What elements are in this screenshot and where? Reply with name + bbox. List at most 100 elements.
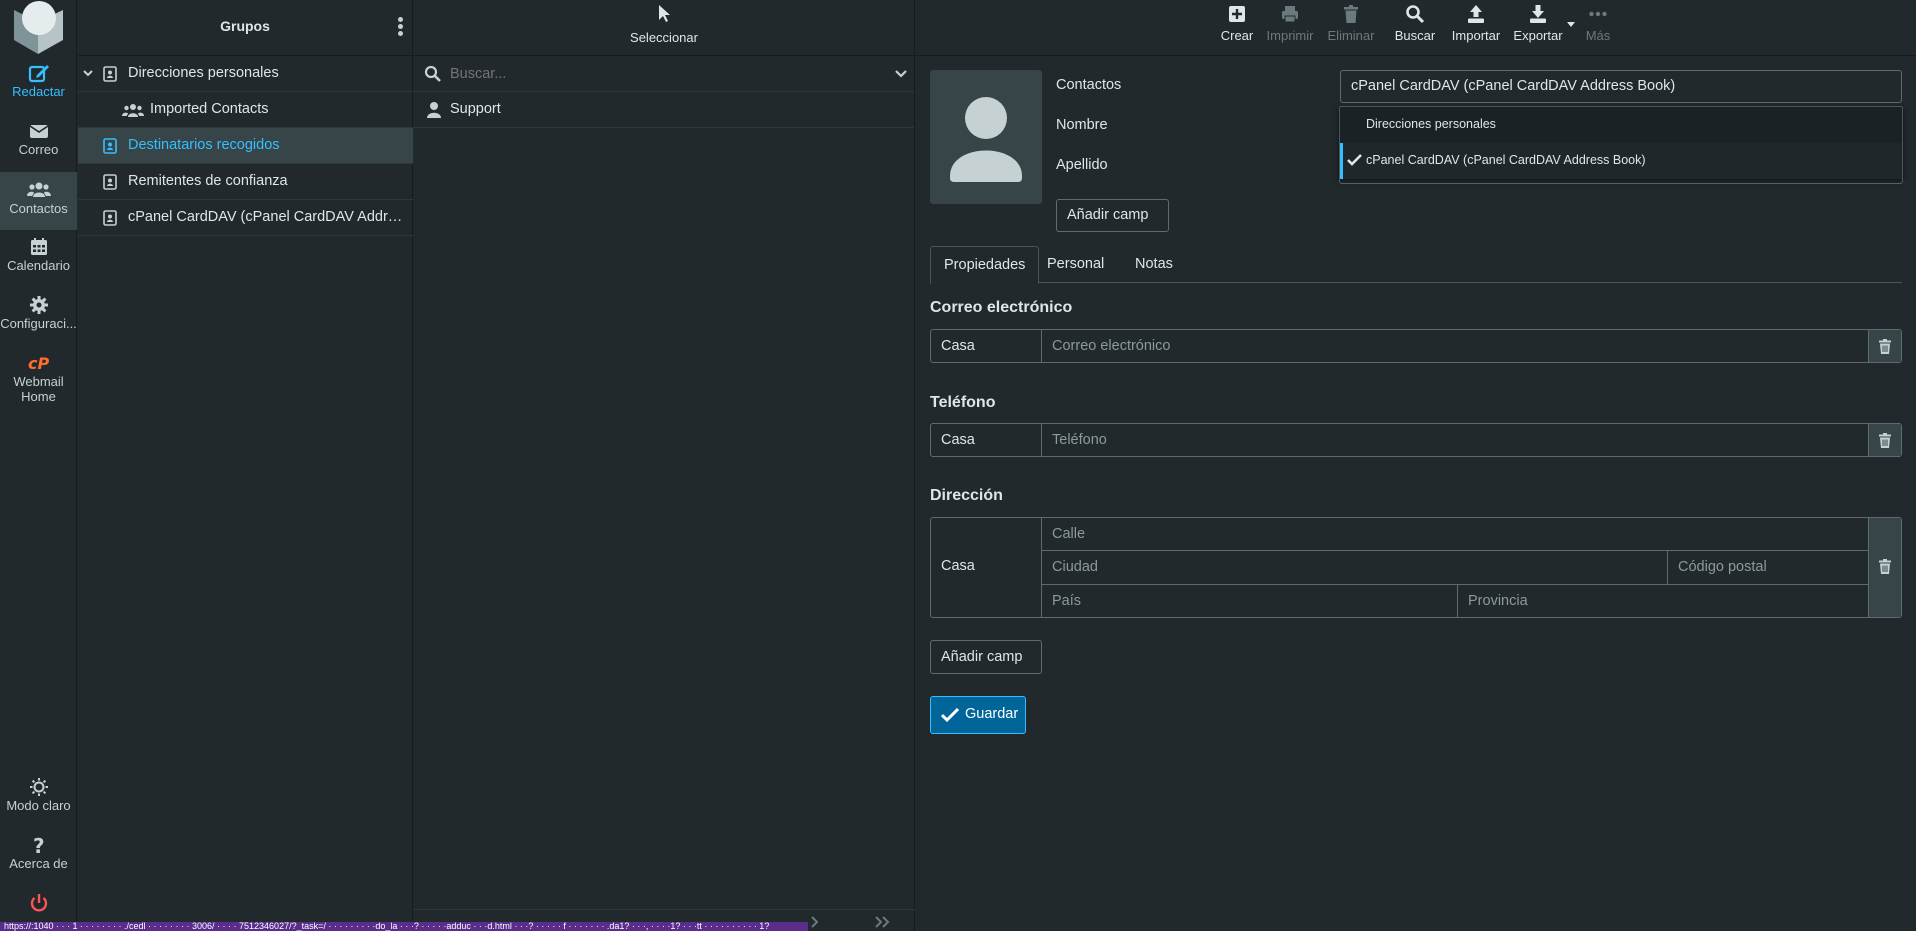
save-button[interactable]: Guardar [930,696,1026,734]
address-type-select[interactable]: Casa [931,518,1042,617]
phone-section-title: Teléfono [930,394,996,411]
city-field[interactable]: Ciudad [1042,551,1668,585]
search-label: Buscar [1394,28,1436,43]
phone-field[interactable]: Teléfono [1052,432,1107,448]
roundcube-logo[interactable] [11,0,66,56]
email-field[interactable]: Correo electrónico [1052,338,1170,354]
taskmenu: Redactar Correo Contactos Calendario Con… [0,0,77,931]
groups-options-icon[interactable] [398,17,404,37]
addressbook-select[interactable]: cPanel CardDAV (cPanel CardDAV Address B… [1340,70,1902,103]
dropdown-option-label: cPanel CardDAV (cPanel CardDAV Address B… [1366,153,1646,167]
surname-label: Apellido [1056,157,1108,173]
tab-notes[interactable]: Notas [1122,246,1186,283]
compose-icon [27,62,51,84]
print-button[interactable]: Imprimir [1264,4,1316,50]
nav-light-mode[interactable]: Modo claro [0,776,77,834]
nav-calendar-label: Calendario [7,258,70,273]
search-options-icon[interactable] [894,68,908,80]
next-page-icon[interactable] [810,916,820,928]
add-field-top-button[interactable]: Añadir camp [1056,199,1169,232]
group-label: Destinatarios recogidos [128,137,280,153]
checkmark-icon [1347,154,1362,166]
import-label: Importar [1451,28,1501,43]
select-button[interactable]: Seleccionar [414,4,914,45]
group-trusted-senders[interactable]: Remitentes de confianza [78,164,413,200]
svg-text:?: ? [33,834,45,856]
checkmark-icon [941,708,959,722]
contacts-label: Contactos [1056,77,1122,93]
nav-mail[interactable]: Correo [0,120,77,178]
nav-logout[interactable] [0,892,77,922]
group-cpanel-carddav[interactable]: cPanel CardDAV (cPanel CardDAV Address B… [78,200,413,236]
email-type-select[interactable]: Casa [931,330,1042,362]
nav-settings-label: Configuraci... [0,316,77,331]
more-button[interactable]: Más [1582,4,1614,50]
contact-editor: Contactos Nombre Apellido cPanel CardDAV… [916,56,1916,931]
chevron-down-icon[interactable] [82,67,98,83]
last-page-icon[interactable] [874,916,890,928]
nav-contacts[interactable]: Contactos [0,172,77,230]
trash-icon [1879,339,1891,354]
delete-label: Eliminar [1327,28,1375,43]
nav-calendar[interactable]: Calendario [0,236,77,294]
dropdown-option-selected[interactable]: cPanel CardDAV (cPanel CardDAV Address B… [1340,143,1902,179]
toolbar: Crear Imprimir Eliminar Buscar Importar … [916,0,1916,56]
dropdown-option[interactable]: Direcciones personales [1340,107,1902,143]
tab-personal[interactable]: Personal [1034,246,1117,283]
contact-list-item[interactable]: Support [414,92,914,128]
group-personal-addresses[interactable]: Direcciones personales [78,56,413,92]
group-label: Direcciones personales [128,65,279,81]
delete-email-button[interactable] [1868,330,1901,362]
dropdown-option-label: Direcciones personales [1366,117,1496,131]
postcode-field[interactable]: Código postal [1668,551,1869,585]
nav-webmail-home[interactable]: cP Webmail Home [0,352,77,408]
address-section-title: Dirección [930,487,1003,504]
save-label: Guardar [965,706,1019,722]
nav-settings[interactable]: Configuraci... [0,294,77,352]
add-field-bottom-button[interactable]: Añadir camp [930,640,1042,674]
question-icon: ? [27,834,51,856]
nav-webmail-home-label: Webmail Home [13,374,64,404]
cursor-icon [659,5,670,22]
export-button[interactable]: Exportar [1512,4,1564,50]
street-field[interactable]: Calle [1042,518,1869,551]
nav-compose[interactable]: Redactar [0,62,77,120]
nav-about[interactable]: ? Acerca de [0,834,77,892]
cpanel-icon: cP [27,352,51,374]
delete-button[interactable]: Eliminar [1326,4,1376,50]
nav-contacts-label: Contactos [9,201,68,216]
more-dots-icon [1589,11,1607,17]
group-label: Remitentes de confianza [128,173,288,189]
delete-address-button[interactable] [1868,518,1901,617]
contact-name: Support [450,101,501,117]
calendar-icon [27,236,51,258]
country-field[interactable]: País [1042,585,1458,617]
search-button[interactable]: Buscar [1394,4,1436,50]
address-book-icon [102,66,118,82]
groups-title: Grupos [220,18,270,34]
street-placeholder: Calle [1052,526,1086,542]
phone-type-select[interactable]: Casa [931,424,1042,456]
groups-header: Grupos [78,0,412,56]
email-section-title: Correo electrónico [930,299,1073,316]
country-placeholder: País [1052,593,1082,609]
trash-icon [1879,559,1891,574]
group-collected-recipients[interactable]: Destinatarios recogidos [78,128,413,164]
export-label: Exportar [1513,28,1563,43]
create-button[interactable]: Crear [1220,4,1254,50]
create-label: Crear [1220,28,1254,43]
trash-icon [1879,433,1891,448]
contact-photo[interactable] [930,70,1042,204]
import-button[interactable]: Importar [1450,4,1502,50]
delete-phone-button[interactable] [1868,424,1901,456]
more-label: Más [1585,28,1611,43]
province-field[interactable]: Provincia [1458,585,1869,617]
export-dropdown-icon[interactable] [1566,22,1576,28]
tab-properties[interactable]: Propiedades [930,246,1040,284]
group-imported-contacts[interactable]: Imported Contacts [78,92,413,128]
upload-icon [1468,5,1484,23]
search-input[interactable] [450,62,870,86]
power-icon [27,892,51,914]
print-icon [1282,6,1298,23]
trash-icon [1344,5,1358,23]
